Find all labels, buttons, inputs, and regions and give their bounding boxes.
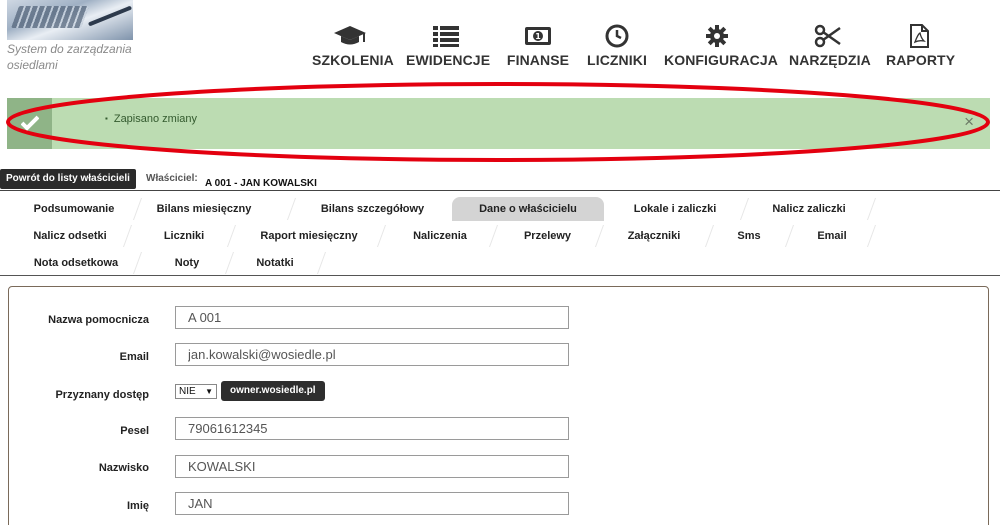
scissors-icon xyxy=(814,24,841,48)
tab-nota-odsetkowa[interactable]: Nota odsetkowa xyxy=(20,251,132,275)
nav-label: FINANSE xyxy=(506,52,570,68)
tab-noty[interactable]: Noty xyxy=(150,251,224,275)
list-icon xyxy=(433,26,459,47)
nav-ewidencje[interactable]: EWIDENCJE xyxy=(406,24,491,68)
access-select-value: NIE xyxy=(179,386,196,397)
tab-raport-miesieczny[interactable]: Raport miesięczny xyxy=(240,224,378,248)
tab-separator xyxy=(277,198,297,220)
nazwa-pomocnicza-input[interactable] xyxy=(175,306,569,329)
tab-nalicz-zaliczki[interactable]: Nalicz zaliczki xyxy=(748,197,870,221)
success-alert: Zapisano zmiany × xyxy=(7,98,990,149)
tab-podsumowanie[interactable]: Podsumowanie xyxy=(20,197,128,221)
email-label: Email xyxy=(119,351,149,363)
nav-narzedzia[interactable]: NARZĘDZIA xyxy=(789,24,871,68)
keyboard-graphic xyxy=(10,6,90,28)
tab-dane-o-wlascicielu[interactable]: Dane o właścicielu xyxy=(452,197,604,221)
nav-szkolenia[interactable]: SZKOLENIA xyxy=(312,24,394,68)
tab-liczniki[interactable]: Liczniki xyxy=(140,224,228,248)
gear-icon xyxy=(706,25,728,47)
clock-icon xyxy=(605,24,629,48)
tab-notatki[interactable]: Notatki xyxy=(238,251,312,275)
pen-graphic xyxy=(87,5,133,27)
tab-nalicz-odsetki[interactable]: Nalicz odsetki xyxy=(20,224,120,248)
graduation-cap-icon xyxy=(334,26,366,45)
nav-konfiguracja[interactable]: KONFIGURACJA xyxy=(664,24,778,68)
nav-label: KONFIGURACJA xyxy=(664,52,778,68)
nav-label: EWIDENCJE xyxy=(406,52,491,68)
back-to-owners-button[interactable]: Powrót do listy właścicieli xyxy=(0,169,136,189)
tab-przelewy[interactable]: Przelewy xyxy=(500,224,595,248)
nazwisko-input[interactable] xyxy=(175,455,569,478)
divider xyxy=(0,190,1000,191)
nazwisko-label: Nazwisko xyxy=(98,462,149,474)
tab-naliczenia[interactable]: Naliczenia xyxy=(390,224,490,248)
owner-label: Właściciel: xyxy=(146,173,198,184)
nav-liczniki[interactable]: LICZNIKI xyxy=(587,24,647,68)
pesel-label: Pesel xyxy=(120,425,149,437)
svg-text:1: 1 xyxy=(535,32,541,41)
pdf-file-icon xyxy=(910,24,929,48)
tab-email[interactable]: Email xyxy=(796,224,868,248)
tab-sms[interactable]: Sms xyxy=(714,224,784,248)
banknote-icon: 1 xyxy=(525,27,551,45)
tab-bilans-szczegolowy[interactable]: Bilans szczegółowy xyxy=(300,197,445,221)
checkmark-icon xyxy=(21,115,39,131)
tabs-bottom-border xyxy=(0,275,1000,276)
nav-label: NARZĘDZIA xyxy=(789,52,871,68)
alert-messages: Zapisano zmiany xyxy=(105,113,197,125)
tab-zalaczniki[interactable]: Załączniki xyxy=(608,224,700,248)
owner-value: A 001 - JAN KOWALSKI xyxy=(205,178,317,189)
nazwa-pomocnicza-label: Nazwa pomocnicza xyxy=(48,314,149,326)
tab-bilans-miesieczny[interactable]: Bilans miesięczny xyxy=(145,197,263,221)
owner-portal-button[interactable]: owner.wosiedle.pl xyxy=(221,381,325,401)
przyznany-dostep-label: Przyznany dostęp xyxy=(55,389,149,401)
email-input[interactable] xyxy=(175,343,569,366)
nav-label: SZKOLENIA xyxy=(312,52,394,68)
imie-input[interactable] xyxy=(175,492,569,515)
dropdown-arrow-icon: ▼ xyxy=(205,387,213,396)
alert-side xyxy=(7,98,52,149)
alert-close-icon[interactable]: × xyxy=(964,113,974,130)
access-select[interactable]: NIE ▼ xyxy=(175,384,217,399)
pesel-input[interactable] xyxy=(175,417,569,440)
tab-lokale-i-zaliczki[interactable]: Lokale i zaliczki xyxy=(610,197,740,221)
nav-finanse[interactable]: 1 FINANSE xyxy=(505,24,571,68)
alert-message: Zapisano zmiany xyxy=(105,113,197,125)
nav-raporty[interactable]: RAPORTY xyxy=(886,24,956,68)
logo-image xyxy=(7,0,133,40)
nav-label: LICZNIKI xyxy=(587,52,647,68)
app-tagline: System do zarządzania osiedlami xyxy=(7,42,132,72)
imie-label: Imię xyxy=(126,500,149,512)
nav-label: RAPORTY xyxy=(886,52,956,68)
